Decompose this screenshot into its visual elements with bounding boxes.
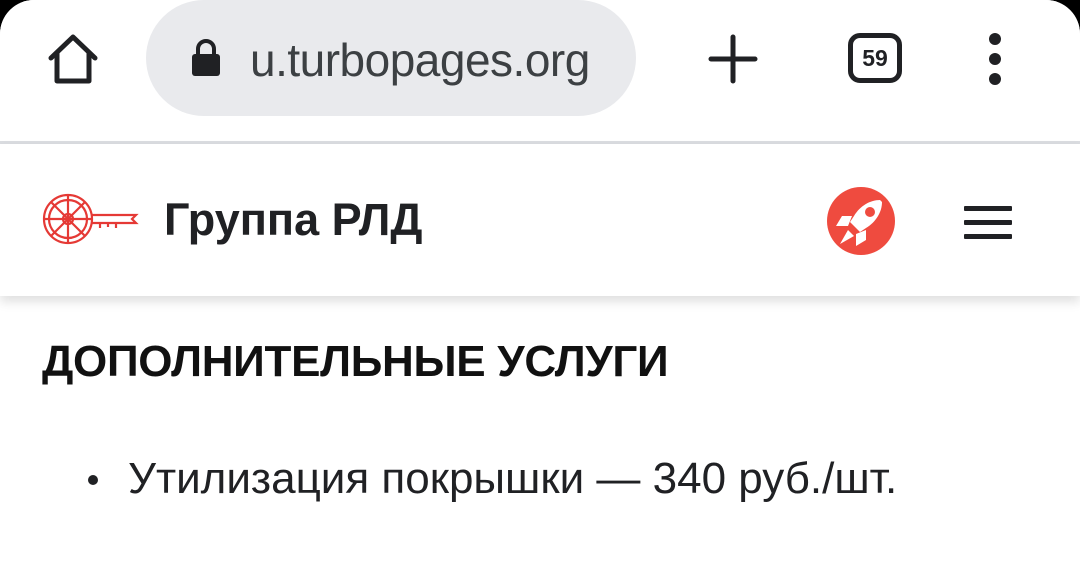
plus-icon [708, 34, 758, 84]
tab-switcher-button[interactable]: 59 [848, 33, 902, 83]
home-button[interactable] [40, 28, 106, 90]
wheel-key-logo-icon[interactable] [40, 186, 140, 252]
browser-menu-button[interactable] [972, 28, 1018, 90]
page-content: ДОПОЛНИТЕЛЬНЫЕ УСЛУГИ Утилизация покрышк… [0, 296, 1080, 571]
phone-screen: u.turbopages.org 59 Группа РЛД ДОПОЛНИТЕ… [0, 0, 1080, 571]
hamburger-line [964, 219, 1012, 225]
site-title[interactable]: Группа РЛД [164, 194, 422, 246]
more-vert-icon [989, 33, 1001, 85]
bullet [88, 475, 98, 485]
services-list: Утилизация покрышки — 340 руб./шт. [0, 451, 1080, 511]
section-heading: ДОПОЛНИТЕЛЬНЫЕ УСЛУГИ [42, 337, 669, 386]
service-text: Утилизация покрышки — 340 руб./шт. [128, 454, 898, 503]
url-text: u.turbopages.org [250, 34, 590, 86]
hamburger-menu-icon[interactable] [956, 194, 1020, 250]
home-icon [48, 34, 98, 84]
list-item: Утилизация покрышки — 340 руб./шт. [0, 451, 1080, 511]
new-tab-button[interactable] [700, 26, 766, 92]
rocket-icon[interactable] [826, 186, 896, 256]
hamburger-line [964, 205, 1012, 211]
lock-icon [192, 39, 220, 76]
browser-toolbar: u.turbopages.org 59 [0, 0, 1080, 144]
site-header: Группа РЛД [0, 144, 1080, 296]
address-bar[interactable]: u.turbopages.org [146, 0, 636, 116]
hamburger-line [964, 233, 1012, 239]
